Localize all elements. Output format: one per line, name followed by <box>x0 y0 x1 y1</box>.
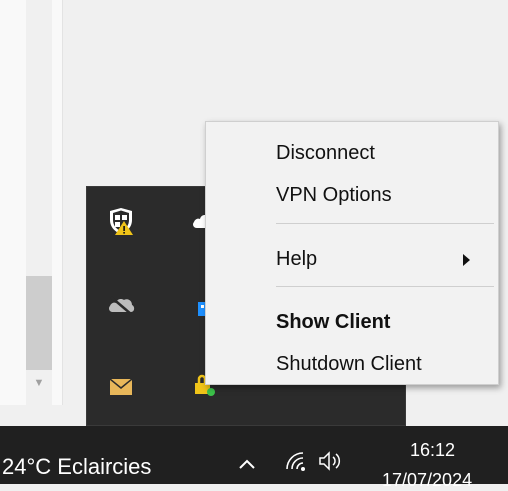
scrollbar-thumb[interactable] <box>26 276 52 370</box>
taskbar: 24°C Eclaircies 16:12 17/07/2024 <box>0 426 508 490</box>
weather-widget[interactable]: 24°C Eclaircies <box>2 454 151 480</box>
menu-item-label: Shutdown Client <box>276 353 422 375</box>
menu-separator <box>276 286 494 287</box>
menu-item-shutdown-client[interactable]: Shutdown Client <box>206 347 498 381</box>
clock-date[interactable]: 17/07/2024 <box>382 470 472 491</box>
menu-separator <box>276 223 494 224</box>
menu-item-label: Disconnect <box>276 142 375 164</box>
scroll-down-arrow-icon[interactable]: ▼ <box>26 370 52 396</box>
menu-item-vpn-options[interactable]: VPN Options <box>206 178 498 212</box>
menu-item-label: Show Client <box>276 311 391 333</box>
submenu-arrow-icon <box>463 254 470 266</box>
menu-item-disconnect[interactable]: Disconnect <box>206 136 498 170</box>
wifi-icon[interactable] <box>284 450 308 477</box>
vpn-context-menu: Disconnect VPN Options Help Show Client … <box>205 121 499 385</box>
speaker-volume-icon[interactable] <box>318 450 344 477</box>
onedrive-offline-icon[interactable] <box>101 285 141 325</box>
menu-item-show-client[interactable]: Show Client <box>206 305 498 339</box>
mail-icon[interactable] <box>101 367 141 407</box>
windows-security-warning-icon[interactable] <box>101 201 141 241</box>
clock-time[interactable]: 16:12 <box>410 440 455 461</box>
menu-item-label: Help <box>276 248 318 270</box>
menu-item-label: VPN Options <box>276 184 392 206</box>
menu-item-help[interactable]: Help <box>206 242 498 276</box>
chevron-up-icon[interactable] <box>238 454 256 475</box>
